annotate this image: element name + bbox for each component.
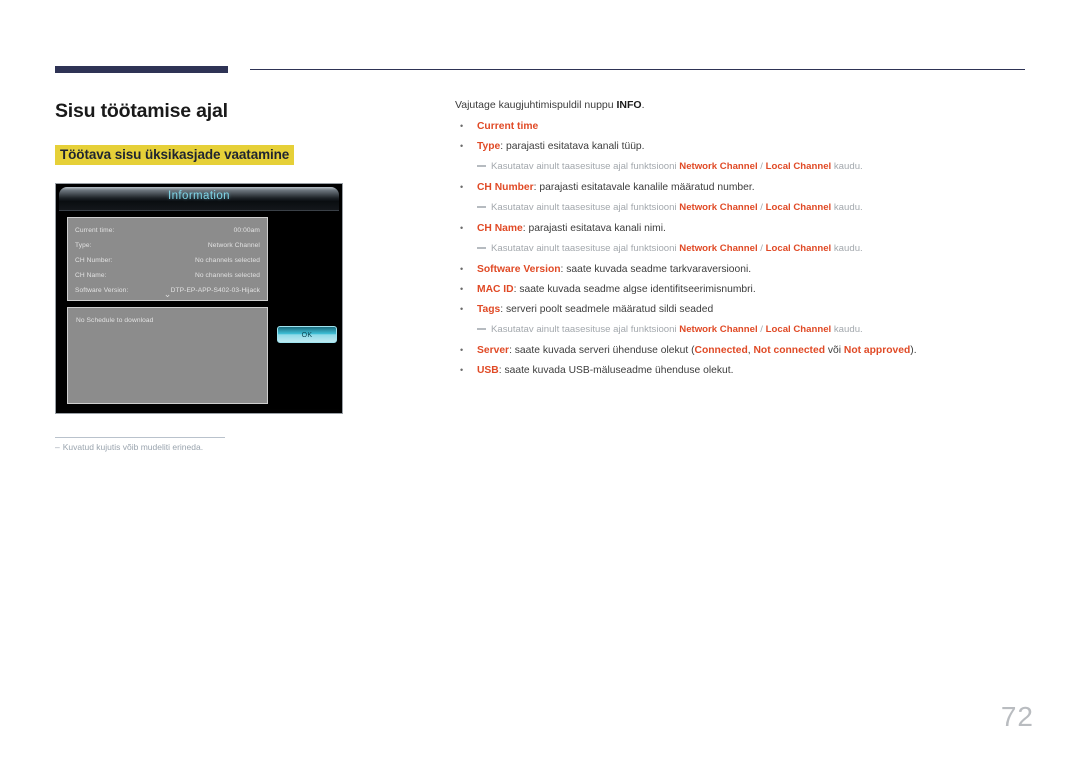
tv-info-key: Current time: xyxy=(75,227,115,234)
item-desc: : serveri poolt seadmele määratud sildi … xyxy=(500,304,714,315)
item-term: USB xyxy=(477,365,499,376)
document-page: Sisu töötamise ajal Töötava sisu üksikas… xyxy=(0,0,1080,763)
tv-info-value: No channels selected xyxy=(194,257,260,264)
tv-info-panel: Current time: 00:00am Type: Network Chan… xyxy=(67,217,268,301)
server-part4: ). xyxy=(910,345,917,356)
tv-ok-button[interactable]: OK xyxy=(277,326,337,343)
list-item-ch-name: CH Name: parajasti esitatava kanali nimi… xyxy=(455,221,1030,236)
item-term: MAC ID xyxy=(477,284,514,295)
section-subtitle-wrap: Töötava sisu üksikasjade vaatamine xyxy=(55,145,295,165)
list-item-mac-id: MAC ID: saate kuvada seadme algse identi… xyxy=(455,282,1030,297)
note-separator: / xyxy=(757,324,766,335)
caption-text: Kuvatud kujutis võib mudeliti erineda. xyxy=(62,442,204,452)
note-suffix: kaudu. xyxy=(831,324,863,335)
tv-schedule-text: No Schedule to download xyxy=(76,317,154,324)
header-accent-bar xyxy=(55,66,228,73)
note-separator: / xyxy=(757,243,766,254)
server-part1: : saate kuvada serveri ühenduse olekut ( xyxy=(509,345,695,356)
server-part3: või xyxy=(825,345,844,356)
item-desc: : saate kuvada USB-mäluseadme ühenduse o… xyxy=(498,365,734,376)
item-term: Tags xyxy=(477,304,501,315)
list-item-type: Type: parajasti esitatava kanali tüüp. xyxy=(455,139,1030,154)
note-network-channel: Network Channel xyxy=(679,243,758,254)
tv-info-row-ch-number: CH Number: No channels selected xyxy=(68,253,267,268)
caption-dash: – xyxy=(55,442,60,452)
note-prefix: Kasutatav ainult taasesituse ajal funkts… xyxy=(491,161,680,172)
figure-caption-rule xyxy=(55,437,225,438)
note-tags: Kasutatav ainult taasesituse ajal funkts… xyxy=(455,323,1030,337)
tv-info-value: Network Channel xyxy=(207,242,260,249)
note-prefix: Kasutatav ainult taasesituse ajal funkts… xyxy=(491,324,680,335)
tv-screenshot-figure: Information Current time: 00:00am Type: … xyxy=(55,183,343,414)
section-subtitle: Töötava sisu üksikasjade vaatamine xyxy=(55,145,295,165)
content-column: Vajutage kaugjuhtimispuldil nuppu INFO. … xyxy=(455,98,1030,384)
item-desc: : parajasti esitatava kanali nimi. xyxy=(522,223,666,234)
tv-titlebar: Information xyxy=(59,187,339,211)
note-suffix: kaudu. xyxy=(831,202,863,213)
note-prefix: Kasutatav ainult taasesituse ajal funkts… xyxy=(491,243,680,254)
note-separator: / xyxy=(757,202,766,213)
figure-caption: – Kuvatud kujutis võib mudeliti erineda. xyxy=(55,442,203,452)
tv-info-rows: Current time: 00:00am Type: Network Chan… xyxy=(68,218,267,298)
item-desc: : parajasti esitatava kanali tüüp. xyxy=(500,141,645,152)
tv-info-key: CH Number: xyxy=(75,257,113,264)
tv-screen: Information Current time: 00:00am Type: … xyxy=(59,187,339,410)
note-ch-number: Kasutatav ainult taasesituse ajal funkts… xyxy=(455,201,1030,215)
tv-info-key: Type: xyxy=(75,242,92,249)
tv-info-key: CH Name: xyxy=(75,272,107,279)
note-local-channel: Local Channel xyxy=(765,243,832,254)
tv-dialog-body: Current time: 00:00am Type: Network Chan… xyxy=(59,211,339,409)
item-term: CH Name xyxy=(477,223,523,234)
item-term: Software Version xyxy=(477,264,561,275)
list-item-ch-number: CH Number: parajasti esitatavale kanalil… xyxy=(455,180,1030,195)
page-title: Sisu töötamise ajal xyxy=(55,100,228,122)
intro-text-before: Vajutage kaugjuhtimispuldil nuppu xyxy=(455,99,617,111)
item-desc: : saate kuvada seadme algse identifitsee… xyxy=(513,284,756,295)
tv-schedule-panel: No Schedule to download xyxy=(67,307,268,404)
item-term: Current time xyxy=(477,121,539,132)
info-items-list: Current time Type: parajasti esitatava k… xyxy=(455,119,1030,378)
server-state-connected: Connected xyxy=(694,345,748,356)
item-desc: : parajasti esitatavale kanalile määratu… xyxy=(533,182,755,193)
chevron-down-icon[interactable]: ⌄ xyxy=(68,290,267,299)
note-suffix: kaudu. xyxy=(831,243,863,254)
list-item-software-version: Software Version: saate kuvada seadme ta… xyxy=(455,262,1030,277)
intro-info-keyword: INFO xyxy=(616,99,642,111)
tv-dialog-title: Information xyxy=(168,190,230,202)
note-network-channel: Network Channel xyxy=(679,324,758,335)
tv-info-row-type: Type: Network Channel xyxy=(68,238,267,253)
item-desc: : saate kuvada seadme tarkvaraversiooni. xyxy=(560,264,752,275)
note-local-channel: Local Channel xyxy=(765,202,832,213)
tv-info-value: No channels selected xyxy=(194,272,260,279)
intro-text-after: . xyxy=(641,99,645,111)
server-state-not-approved: Not approved xyxy=(843,345,911,356)
list-item-usb: USB: saate kuvada USB-mäluseadme ühendus… xyxy=(455,363,1030,378)
server-state-not-connected: Not connected xyxy=(753,345,825,356)
header-rule-line xyxy=(250,69,1025,70)
note-prefix: Kasutatav ainult taasesituse ajal funkts… xyxy=(491,202,680,213)
item-term: Server xyxy=(477,345,510,356)
intro-paragraph: Vajutage kaugjuhtimispuldil nuppu INFO. xyxy=(455,98,1030,113)
note-local-channel: Local Channel xyxy=(765,161,832,172)
note-network-channel: Network Channel xyxy=(679,161,758,172)
note-suffix: kaudu. xyxy=(831,161,863,172)
tv-info-row-ch-name: CH Name: No channels selected xyxy=(68,268,267,283)
list-item-tags: Tags: serveri poolt seadmele määratud si… xyxy=(455,302,1030,317)
tv-info-value: 00:00am xyxy=(233,227,260,234)
item-term: Type xyxy=(477,141,501,152)
list-item-server: Server: saate kuvada serveri ühenduse ol… xyxy=(455,343,1030,358)
list-item-current-time: Current time xyxy=(455,119,1030,134)
note-ch-name: Kasutatav ainult taasesituse ajal funkts… xyxy=(455,242,1030,256)
note-type: Kasutatav ainult taasesituse ajal funkts… xyxy=(455,160,1030,174)
note-local-channel: Local Channel xyxy=(765,324,832,335)
page-number: 72 xyxy=(1000,701,1034,732)
note-separator: / xyxy=(757,161,766,172)
item-term: CH Number xyxy=(477,182,534,193)
tv-info-row-current-time: Current time: 00:00am xyxy=(68,223,267,238)
note-network-channel: Network Channel xyxy=(679,202,758,213)
